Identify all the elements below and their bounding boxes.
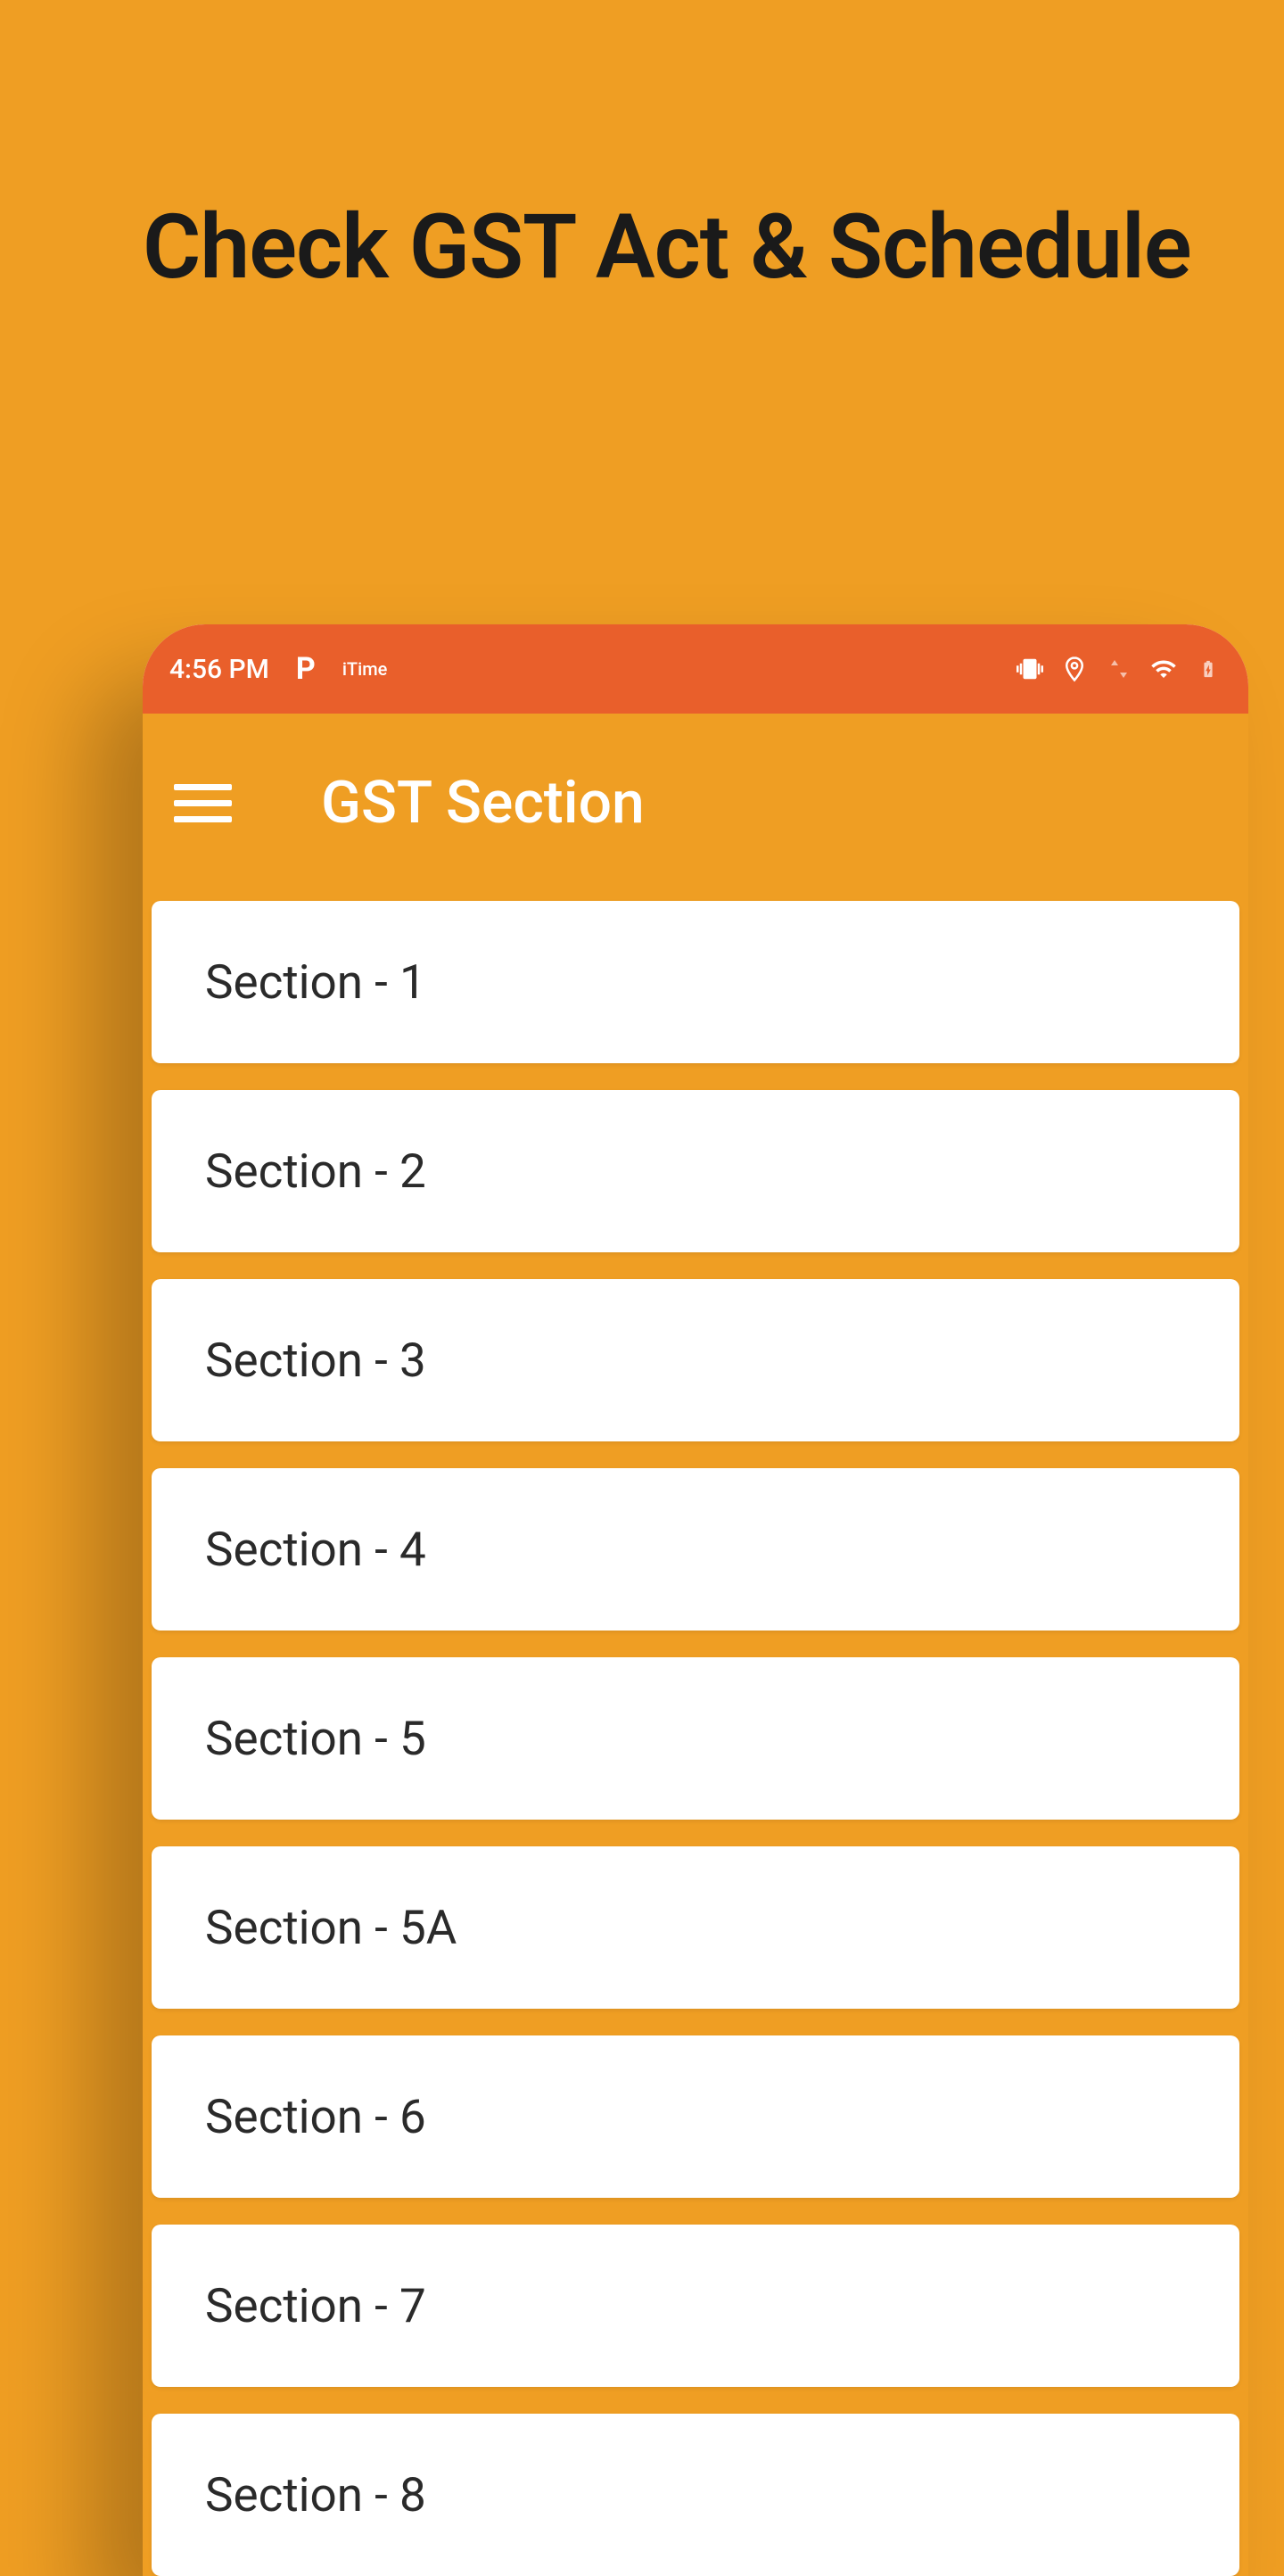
status-bar-right — [1017, 656, 1222, 682]
location-icon — [1061, 656, 1088, 682]
section-list: Section - 1 Section - 2 Section - 3 Sect… — [143, 892, 1248, 2576]
list-item[interactable]: Section - 8 — [152, 2414, 1239, 2576]
list-item[interactable]: Section - 1 — [152, 901, 1239, 1063]
status-bar-left: 4:56 PM P iTime — [160, 651, 387, 687]
list-item[interactable]: Section - 5 — [152, 1657, 1239, 1820]
page-headline: Check GST Act & Schedule — [143, 196, 1191, 299]
list-item[interactable]: Section - 3 — [152, 1279, 1239, 1441]
status-bar: 4:56 PM P iTime — [143, 624, 1248, 714]
status-app-icon: P — [296, 651, 316, 687]
list-item[interactable]: Section - 7 — [152, 2225, 1239, 2387]
list-item[interactable]: Section - 2 — [152, 1090, 1239, 1252]
list-item[interactable]: Section - 6 — [152, 2035, 1239, 2198]
app-bar: GST Section — [143, 714, 1248, 892]
data-icon — [1106, 656, 1132, 682]
app-bar-title: GST Section — [321, 769, 645, 838]
battery-icon — [1195, 656, 1222, 682]
hamburger-menu-icon[interactable] — [174, 784, 232, 822]
vibrate-icon — [1017, 656, 1043, 682]
status-itime: iTime — [342, 658, 388, 680]
wifi-icon — [1150, 656, 1177, 682]
status-time: 4:56 PM — [169, 654, 269, 685]
list-item[interactable]: Section - 5A — [152, 1846, 1239, 2009]
list-item[interactable]: Section - 4 — [152, 1468, 1239, 1631]
phone-frame: 4:56 PM P iTime — [143, 624, 1248, 2576]
